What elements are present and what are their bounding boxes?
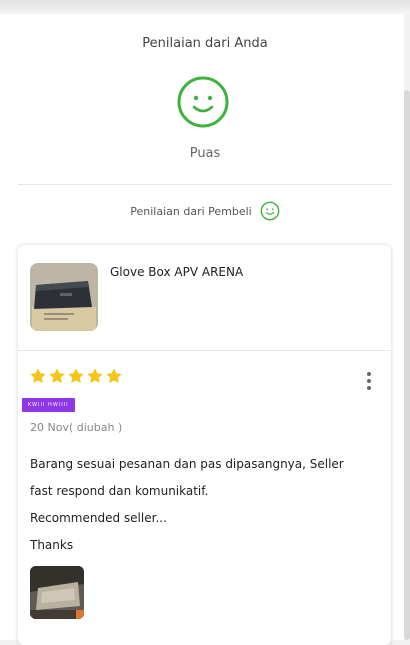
card-divider	[18, 350, 391, 351]
review-line: Recommended seller...	[30, 511, 167, 525]
product-name[interactable]: Glove Box APV ARENA	[110, 265, 243, 279]
more-vertical-icon[interactable]	[363, 372, 375, 392]
smiley-face-icon	[177, 76, 229, 128]
section-divider	[18, 184, 392, 185]
star-icon	[30, 368, 46, 384]
star-icon	[106, 368, 122, 384]
review-line: Thanks	[30, 538, 74, 552]
smiley-face-icon	[260, 201, 280, 221]
buyer-rating-title: Penilaian dari Pembeli	[130, 204, 252, 218]
star-icon	[87, 368, 103, 384]
review-date: 20 Nov( diubah )	[30, 421, 123, 434]
review-line: Barang sesuai pesanan dan pas dipasangny…	[30, 457, 344, 471]
top-shadow	[0, 0, 410, 14]
your-rating-label: Puas	[189, 146, 221, 161]
review-card: Glove Box APV ARENA KWIII HWIIII 20 Nov(…	[18, 245, 391, 645]
buyer-rating-row: Penilaian dari Pembeli	[0, 201, 410, 221]
your-rating-title: Penilaian dari Anda	[142, 36, 268, 51]
review-text: Barang sesuai pesanan dan pas dipasangny…	[30, 451, 380, 559]
star-icon	[49, 368, 65, 384]
scrollbar[interactable]	[404, 90, 410, 640]
product-thumbnail[interactable]	[30, 263, 98, 331]
review-photo[interactable]	[30, 566, 84, 619]
reviewer-badge: KWIII HWIIII	[22, 398, 75, 412]
review-line: fast respond dan komunikatif.	[30, 484, 209, 498]
star-icon	[68, 368, 84, 384]
rating-stars	[29, 367, 123, 385]
